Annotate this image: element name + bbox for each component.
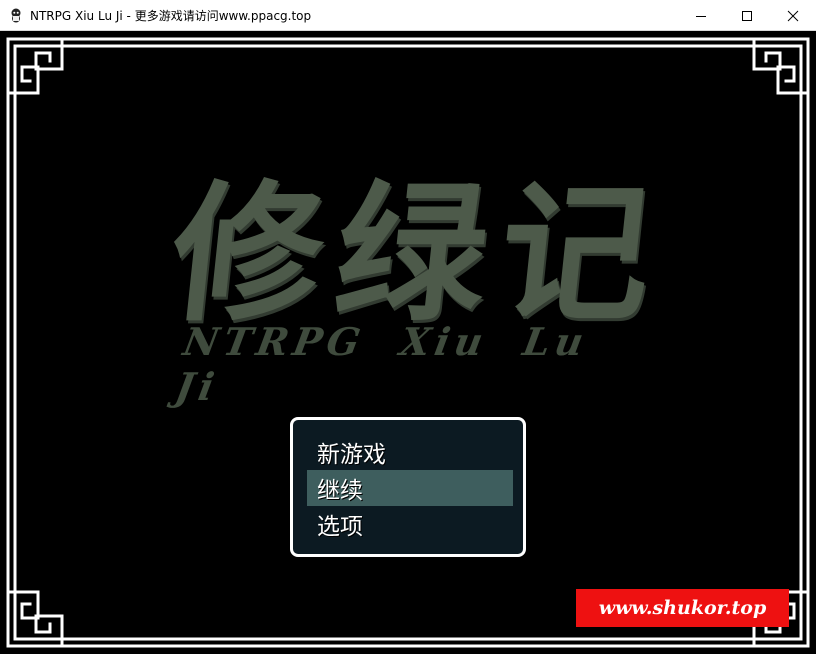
- title-command-menu: 新游戏 继续 选项: [290, 417, 526, 557]
- close-icon: [787, 10, 799, 21]
- window-titlebar[interactable]: NTRPG Xiu Lu Ji - 更多游戏请访问www.ppacg.top: [0, 0, 816, 31]
- game-screen[interactable]: 修绿记 NTRPG Xiu Lu Ji 新游戏 继续 选项 www.shukor…: [0, 31, 816, 654]
- app-icon: [11, 8, 21, 23]
- minimize-button[interactable]: [678, 0, 724, 31]
- game-subtitle: NTRPG Xiu Lu Ji: [172, 319, 592, 409]
- watermark-banner: www.shukor.top: [576, 589, 789, 627]
- window-title: NTRPG Xiu Lu Ji - 更多游戏请访问www.ppacg.top: [30, 8, 312, 23]
- close-button[interactable]: [770, 0, 816, 31]
- menu-item-options[interactable]: 选项: [307, 506, 513, 542]
- minimize-icon: [696, 15, 706, 17]
- menu-item-new-game[interactable]: 新游戏: [307, 434, 513, 470]
- menu-item-continue[interactable]: 继续: [307, 470, 513, 506]
- maximize-button[interactable]: [724, 0, 770, 31]
- window-controls: [678, 0, 816, 31]
- maximize-icon: [742, 10, 752, 21]
